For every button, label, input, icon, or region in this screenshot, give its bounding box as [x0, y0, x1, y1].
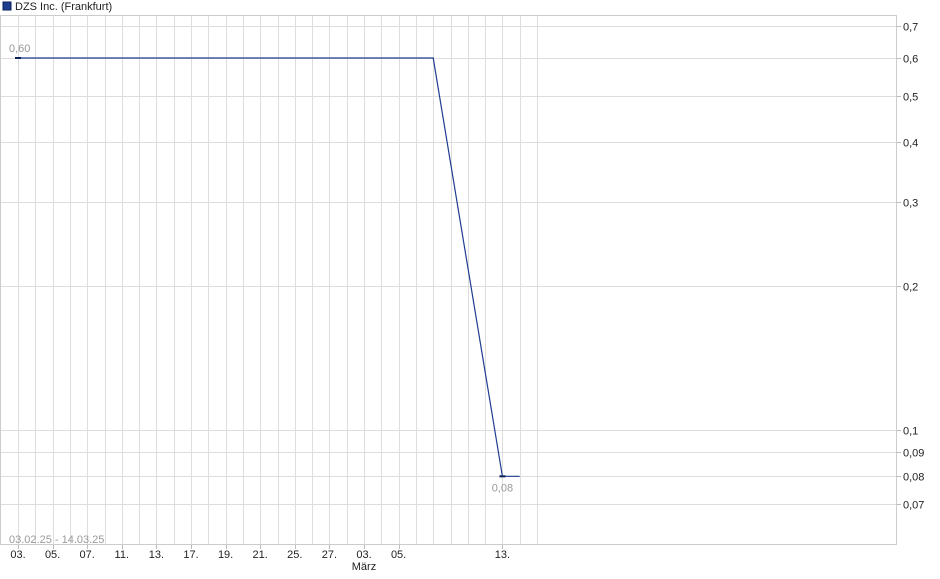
x-axis: 03. 05. 07. 11. 13. 17. 19. 21. 25. 27. 03. 05. 13. M…	[10, 545, 510, 573]
price-line	[18, 57, 520, 477]
data-labels: 0,60 0,08	[9, 43, 513, 494]
x-tick-label: 13.	[495, 549, 510, 561]
y-tick-label: 0,08	[903, 472, 924, 484]
month-label: März	[352, 561, 376, 573]
x-tick-label: 21.	[253, 549, 268, 561]
grid	[0, 15, 897, 545]
plot-frame	[0, 15, 897, 545]
x-tick-label: 07.	[80, 549, 95, 561]
y-tick-label: 0,07	[903, 500, 924, 512]
y-tick-label: 0,5	[903, 92, 918, 104]
y-axis: 0,7 0,6 0,5 0,4 0,3 0,2 0,1 0,09 0,08 0,07	[897, 22, 924, 512]
y-tick-label: 0,4	[903, 138, 918, 150]
x-tick-label: 05.	[45, 549, 60, 561]
data-label: 0,08	[492, 482, 513, 494]
legend-label: DZS Inc. (Frankfurt)	[15, 1, 112, 13]
x-tick-label: 17.	[183, 549, 198, 561]
y-tick-label: 0,2	[903, 282, 918, 294]
x-tick-label: 03.	[10, 549, 25, 561]
y-tick-label: 0,1	[903, 426, 918, 438]
series-layer	[18, 57, 520, 477]
y-tick-label: 0,7	[903, 22, 918, 34]
stock-chart: 03. 05. 07. 11. 13. 17. 19. 21. 25. 27. 03. 05. 13. M…	[0, 1, 924, 573]
x-tick-label: 25.	[287, 549, 302, 561]
y-tick-label: 0,3	[903, 198, 918, 210]
y-tick-label: 0,6	[903, 54, 918, 66]
x-tick-label: 27.	[322, 549, 337, 561]
y-tick-label: 0,09	[903, 448, 924, 460]
date-range-label: 03.02.25 - 14.03.25	[9, 534, 104, 546]
x-tick-label: 13.	[149, 549, 164, 561]
legend: DZS Inc. (Frankfurt)	[2, 1, 112, 13]
x-tick-label: 05.	[391, 549, 406, 561]
x-tick-label: 19.	[218, 549, 233, 561]
legend-swatch	[2, 1, 12, 11]
data-label: 0,60	[9, 43, 30, 55]
x-tick-label: 03.	[356, 549, 371, 561]
x-tick-label: 11.	[115, 549, 129, 561]
